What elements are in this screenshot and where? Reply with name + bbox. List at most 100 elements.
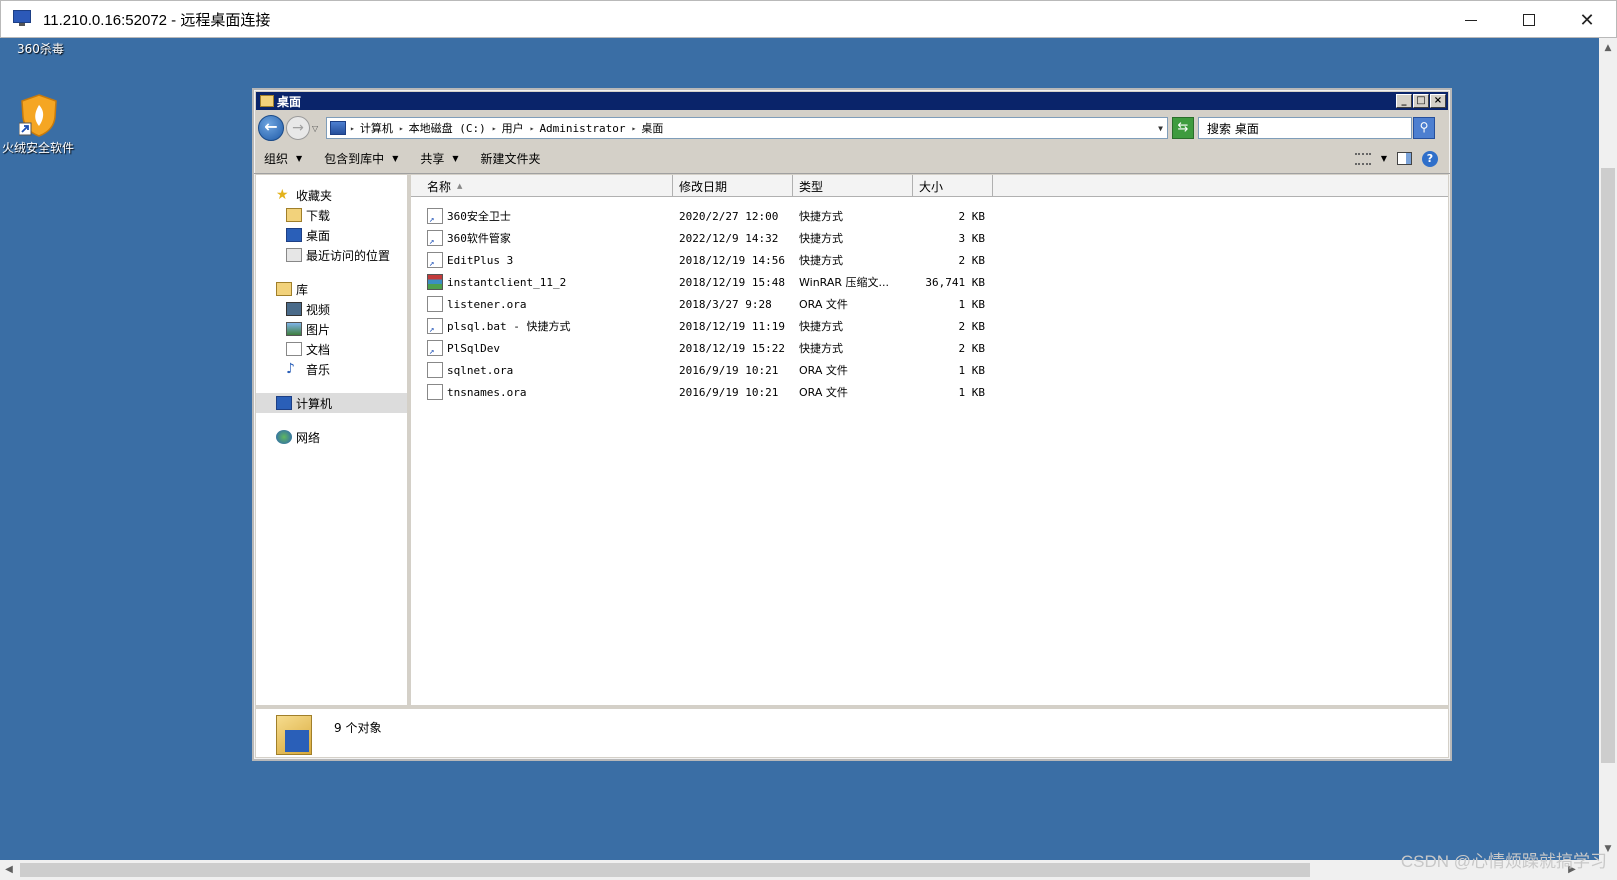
nav-computer-label: 计算机 [296,396,333,411]
nav-pictures[interactable]: 图片 [256,319,407,339]
vertical-scrollbar[interactable]: ▲ ▼ [1599,38,1617,860]
maximize-button[interactable] [1500,1,1558,39]
scroll-left-arrow-icon[interactable]: ◀ [0,860,18,880]
desktop-icon-360-antivirus[interactable]: 360杀毒 [17,40,64,57]
explorer-maximize-button[interactable]: □ [1413,94,1429,108]
minimize-icon [1465,19,1477,21]
breadcrumb-separator-icon[interactable]: ▸ [632,124,637,133]
nav-downloads[interactable]: 下载 [256,205,407,225]
nav-desktop[interactable]: 桌面 [256,225,407,245]
include-in-library-label: 包含到库中 [324,152,385,166]
include-in-library-button[interactable]: 包含到库中 ▼ [324,150,398,167]
share-button[interactable]: 共享 ▼ [420,150,458,167]
new-folder-button[interactable]: 新建文件夹 [481,150,541,167]
search-input[interactable]: 搜索 桌面 [1198,117,1412,139]
file-size: 3 KB [958,231,986,245]
breadcrumb-separator-icon[interactable]: ▸ [530,124,535,133]
horizontal-scroll-thumb[interactable] [20,863,1310,877]
file-name: tnsnames.ora [447,385,527,399]
file-type: 快捷方式 [799,232,843,245]
breadcrumb-administrator[interactable]: Administrator [539,122,625,135]
forward-button[interactable]: → [286,116,310,140]
explorer-title: 桌面 [277,94,302,109]
nav-videos[interactable]: 视频 [256,299,407,319]
nav-libraries[interactable]: 库 [256,279,407,299]
breadcrumb-separator-icon[interactable]: ▸ [399,124,404,133]
nav-libraries-label: 库 [296,282,309,297]
view-dropdown-icon[interactable]: ▼ [1381,154,1387,163]
back-button[interactable]: ← [258,115,284,141]
file-icon [427,296,443,312]
desktop-icon-huorong[interactable]: 火绒安全软件 [2,139,74,156]
breadcrumb-separator-icon[interactable]: ▸ [492,124,497,133]
file-name: PlSqlDev [447,341,500,355]
file-row[interactable]: EditPlus 3 2018/12/19 14:56 快捷方式 2 KB [411,249,1448,271]
column-header-date[interactable]: 修改日期 [673,175,793,197]
view-options-icon[interactable] [1354,152,1371,165]
horizontal-scrollbar[interactable]: ◀ ▶ [0,860,1599,880]
file-name: listener.ora [447,297,527,311]
close-button[interactable]: ✕ [1558,1,1616,39]
shortcut-icon [427,230,443,247]
file-row[interactable]: plsql.bat - 快捷方式 2018/12/19 11:19 快捷方式 2 KB [411,315,1448,337]
nav-documents[interactable]: 文档 [256,339,407,359]
minimize-button[interactable] [1442,1,1500,39]
organize-label: 组织 [264,152,289,166]
recent-pages-dropdown[interactable]: ▽ [312,124,322,133]
column-name-label: 名称 [427,179,452,194]
arrow-right-icon: → [292,120,304,136]
file-row[interactable]: tnsnames.ora 2016/9/19 10:21 ORA 文件 1 KB [411,381,1448,403]
column-header-name[interactable]: 名称 ▲ [411,175,673,197]
file-size: 1 KB [958,385,986,399]
huorong-shield-icon[interactable] [19,93,59,137]
explorer-minimize-button[interactable]: _ [1396,94,1412,108]
file-row[interactable]: listener.ora 2018/3/27 9:28 ORA 文件 1 KB [411,293,1448,315]
file-row[interactable]: sqlnet.ora 2016/9/19 10:21 ORA 文件 1 KB [411,359,1448,381]
maximize-icon [1523,14,1535,26]
new-folder-label: 新建文件夹 [480,152,541,166]
refresh-button[interactable]: ⇆ [1172,117,1194,139]
file-row[interactable]: 360软件管家 2022/12/9 14:32 快捷方式 3 KB [411,227,1448,249]
breadcrumb-computer[interactable]: 计算机 [360,120,393,136]
videos-icon [286,302,302,316]
breadcrumb-separator-icon[interactable]: ▸ [350,124,355,133]
nav-music-label: 音乐 [306,362,331,377]
file-name: sqlnet.ora [447,363,514,377]
preview-pane-icon[interactable] [1397,152,1412,165]
file-name: EditPlus 3 [447,253,514,267]
column-header-type[interactable]: 类型 [793,175,913,197]
command-bar: 组织 ▼ 包含到库中 ▼ 共享 ▼ 新建文件夹 ▼ ? [254,144,1450,174]
breadcrumb-local-disk[interactable]: 本地磁盘 (C:) [409,120,486,136]
file-row[interactable]: 360安全卫士 2020/2/27 12:00 快捷方式 2 KB [411,205,1448,227]
nav-network[interactable]: 网络 [256,427,407,447]
column-size-label: 大小 [919,179,944,194]
nav-music[interactable]: ♪ 音乐 [256,359,407,379]
chevron-down-icon: ▼ [392,154,399,163]
breadcrumb-users[interactable]: 用户 [502,120,524,136]
nav-desktop-label: 桌面 [306,228,331,243]
help-icon[interactable]: ? [1422,150,1438,167]
address-dropdown-icon[interactable]: ▼ [1158,124,1163,133]
file-date: 2018/12/19 15:22 [679,341,785,355]
file-row[interactable]: PlSqlDev 2018/12/19 15:22 快捷方式 2 KB [411,337,1448,359]
scroll-up-arrow-icon[interactable]: ▲ [1599,40,1617,57]
file-date: 2018/12/19 15:48 [679,275,785,289]
address-bar[interactable]: ▸ 计算机 ▸ 本地磁盘 (C:) ▸ 用户 ▸ Administrator ▸ 桌面 ▼ [326,117,1168,139]
remote-desktop-icon [13,10,33,28]
organize-button[interactable]: 组织 ▼ [264,150,302,167]
breadcrumb-desktop[interactable]: 桌面 [641,120,663,136]
nav-favorites[interactable]: ★ 收藏夹 [256,185,407,205]
explorer-window: 桌面 _ □ × ← → ▽ ▸ 计算机 ▸ 本地磁盘 (C:) ▸ 用户 ▸ Admi… [252,88,1452,761]
explorer-title-bar: 桌面 _ □ × [256,92,1448,110]
vertical-scroll-thumb[interactable] [1601,168,1615,763]
file-name: instantclient_11_2 [447,275,567,289]
nav-recent-places[interactable]: 最近访问的位置 [256,245,407,265]
search-button[interactable]: ⚲ [1413,117,1435,139]
nav-downloads-label: 下载 [306,208,331,223]
column-header-size[interactable]: 大小 [913,175,993,197]
libraries-icon [276,282,292,296]
shortcut-icon [427,340,443,357]
nav-computer[interactable]: 计算机 [256,393,407,413]
file-row[interactable]: instantclient_11_2 2018/12/19 15:48 WinRAR… [411,271,1448,293]
explorer-close-button[interactable]: × [1430,94,1446,108]
